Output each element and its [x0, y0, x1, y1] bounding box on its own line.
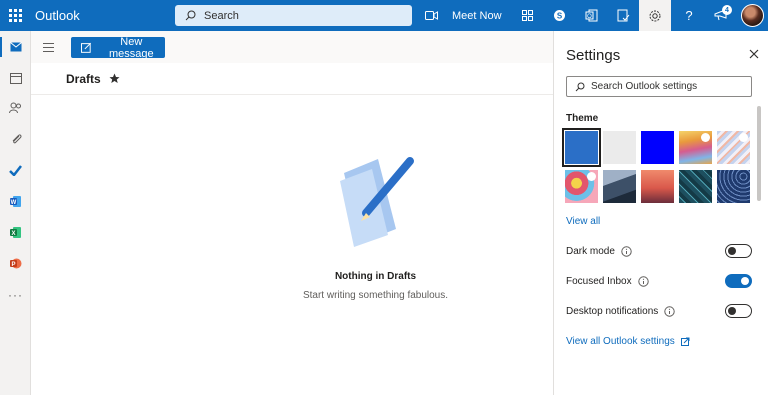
mail-icon[interactable] [0, 33, 31, 61]
theme-swatch-illustration[interactable] [565, 170, 598, 203]
dark-mode-label: Dark mode [566, 245, 615, 257]
avatar[interactable] [741, 4, 764, 27]
dark-mode-toggle[interactable] [725, 244, 752, 258]
command-bar: New message [31, 31, 553, 63]
app-rail: W X P ··· [0, 31, 31, 395]
desktop-notifications-label: Desktop notifications [566, 305, 659, 317]
settings-search-input[interactable] [591, 81, 741, 92]
close-icon[interactable] [747, 47, 761, 61]
theme-swatch-pastel-lines[interactable] [717, 131, 750, 164]
settings-title: Settings [566, 47, 621, 64]
focused-inbox-toggle[interactable] [725, 274, 752, 288]
folder-title: Drafts [66, 71, 101, 86]
meet-now-button[interactable]: Meet Now [425, 0, 502, 31]
theme-swatch-rainbow[interactable] [679, 131, 712, 164]
drafts-illustration-icon [340, 157, 414, 247]
theme-grid [562, 128, 750, 203]
waffle-icon[interactable] [0, 0, 31, 31]
focused-inbox-label: Focused Inbox [566, 275, 632, 287]
theme-swatch-light-gray[interactable] [603, 131, 636, 164]
top-bar: Outlook Search Meet Now S O ? 4 [0, 0, 768, 31]
svg-text:S: S [556, 12, 562, 21]
svg-text:X: X [11, 230, 15, 236]
to-do-check-icon[interactable] [0, 156, 31, 184]
video-icon [425, 11, 438, 20]
settings-scrollbar[interactable] [757, 106, 761, 201]
theme-swatch-mountain[interactable] [603, 170, 636, 203]
hamburger-icon[interactable] [41, 39, 57, 55]
focused-inbox-row: Focused Inbox [566, 273, 752, 289]
dark-mode-row: Dark mode [566, 243, 752, 259]
theme-swatch-blue[interactable] [562, 128, 601, 167]
word-icon[interactable]: W [0, 187, 31, 215]
info-icon[interactable] [664, 305, 675, 317]
theme-swatch-palm-sunset[interactable] [641, 170, 674, 203]
settings-search-box[interactable] [566, 76, 752, 97]
calendar-icon[interactable] [0, 64, 31, 92]
feedback-icon[interactable]: 4 [705, 0, 737, 31]
desktop-notifications-toggle[interactable] [725, 304, 752, 318]
info-icon[interactable] [621, 245, 632, 257]
skype-icon[interactable]: S [543, 0, 575, 31]
view-all-themes-link[interactable]: View all [566, 216, 600, 227]
office-icon[interactable]: O [575, 0, 607, 31]
to-do-icon[interactable] [607, 0, 639, 31]
star-icon[interactable] [109, 73, 120, 84]
meet-now-label: Meet Now [452, 9, 502, 22]
excel-icon[interactable]: X [0, 218, 31, 246]
view-all-outlook-settings-label: View all Outlook settings [566, 336, 675, 347]
theme-label: Theme [566, 113, 599, 124]
open-panel-icon [680, 337, 690, 346]
info-icon[interactable] [637, 275, 649, 287]
settings-panel: Settings Theme View all Dark mode Focuse… [553, 31, 768, 395]
compose-icon [81, 42, 92, 53]
desktop-notifications-row: Desktop notifications [566, 303, 752, 319]
search-icon [185, 10, 196, 21]
new-message-button[interactable]: New message [71, 35, 165, 60]
search-box[interactable]: Search [175, 5, 412, 26]
svg-text:P: P [11, 261, 15, 267]
grid-icon[interactable] [511, 0, 543, 31]
theme-swatch-bright-blue[interactable] [641, 131, 674, 164]
svg-text:W: W [11, 199, 17, 205]
view-all-outlook-settings-link[interactable]: View all Outlook settings [566, 336, 690, 347]
settings-icon[interactable] [639, 0, 671, 31]
theme-swatch-navy-lines[interactable] [717, 170, 750, 203]
main-pane: New message Drafts Nothing in Drafts Sta… [31, 31, 553, 395]
new-message-label: New message [108, 35, 154, 60]
search-icon [575, 82, 585, 91]
folder-header: Drafts [31, 63, 553, 95]
theme-swatch-circuit[interactable] [679, 170, 712, 203]
people-icon[interactable] [0, 94, 31, 122]
search-placeholder: Search [204, 9, 239, 22]
help-icon[interactable]: ? [673, 0, 705, 31]
svg-text:O: O [587, 14, 592, 20]
attachment-icon[interactable] [0, 125, 31, 153]
notification-badge: 4 [722, 5, 732, 15]
app-name[interactable]: Outlook [35, 8, 173, 23]
